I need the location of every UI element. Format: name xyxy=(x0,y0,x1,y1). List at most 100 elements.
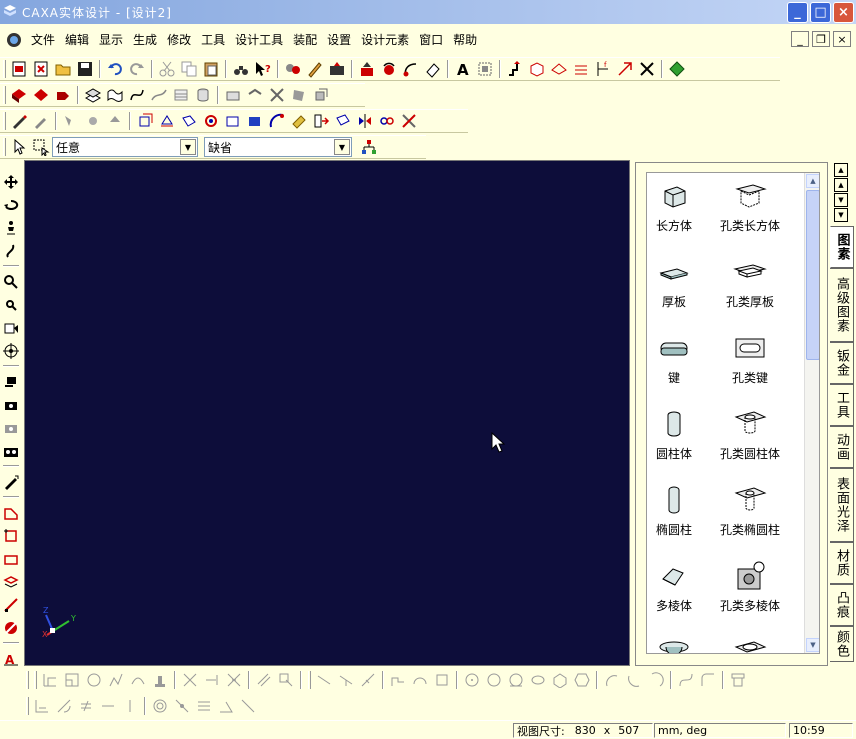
shell-button[interactable] xyxy=(222,84,244,106)
design-viewport[interactable]: Y Z X xyxy=(24,160,630,666)
text-annotation-button[interactable]: A xyxy=(1,647,21,670)
bt-5[interactable] xyxy=(127,669,149,691)
bt-29[interactable] xyxy=(727,669,749,691)
bt2-2[interactable] xyxy=(53,695,75,717)
pick-box-button[interactable] xyxy=(30,136,52,158)
surface-button-6[interactable] xyxy=(192,84,214,106)
tool-button-11[interactable] xyxy=(526,58,548,80)
document-icon[interactable] xyxy=(6,32,22,48)
bt2-10[interactable] xyxy=(237,695,259,717)
sketch-button-4[interactable] xyxy=(1,570,21,593)
cut-button[interactable] xyxy=(156,58,178,80)
maximize-button[interactable]: □ xyxy=(810,2,831,23)
bt-3[interactable] xyxy=(83,669,105,691)
camera-button-3[interactable] xyxy=(1,416,21,439)
bt-4[interactable] xyxy=(105,669,127,691)
sketch-button-1[interactable] xyxy=(1,501,21,524)
mdi-restore-button[interactable]: ❐ xyxy=(812,31,830,47)
view-button-12[interactable] xyxy=(376,110,398,132)
extrude-button[interactable] xyxy=(8,84,30,106)
tool-button-6[interactable] xyxy=(400,58,422,80)
turn-button[interactable] xyxy=(1,239,21,262)
bt-15[interactable] xyxy=(387,669,409,691)
walk-button[interactable] xyxy=(1,216,21,239)
bt-23[interactable] xyxy=(571,669,593,691)
zoom-button[interactable] xyxy=(1,270,21,293)
view-button-7[interactable] xyxy=(266,110,288,132)
filter-select[interactable]: 任意 ▼ xyxy=(52,137,198,157)
tool-button-3[interactable] xyxy=(326,58,348,80)
style-select[interactable]: 缺省 ▼ xyxy=(204,137,352,157)
bt2-9[interactable] xyxy=(215,695,237,717)
find-button[interactable] xyxy=(230,58,252,80)
tab-first-button[interactable]: ▲ xyxy=(834,163,848,177)
view-button-6[interactable] xyxy=(244,110,266,132)
bt-12[interactable] xyxy=(313,669,335,691)
bt2-4[interactable] xyxy=(97,695,119,717)
bt-26[interactable] xyxy=(645,669,667,691)
catalog-list[interactable]: 长方体 孔类长方体 厚板 孔类厚板 键 孔类键 圆柱体 孔类圆柱体 椭圆柱 孔类… xyxy=(646,172,820,654)
catalog-item-plate[interactable]: 厚板 xyxy=(647,257,714,310)
tab-next-button[interactable]: ▼ xyxy=(834,193,848,207)
menu-design-elements[interactable]: 设计元素 xyxy=(356,30,414,50)
tab-surface-finish[interactable]: 表面光泽 xyxy=(830,468,854,542)
tool-button-8[interactable]: A xyxy=(452,58,474,80)
tool-button-9[interactable] xyxy=(474,58,496,80)
bt-2[interactable] xyxy=(61,669,83,691)
view-button-13[interactable] xyxy=(398,110,420,132)
fillet-button[interactable] xyxy=(244,84,266,106)
view-button-4[interactable] xyxy=(200,110,222,132)
view-button-3[interactable] xyxy=(178,110,200,132)
menu-assembly[interactable]: 装配 xyxy=(288,30,322,50)
scroll-up-button[interactable]: ▲ xyxy=(806,174,819,188)
catalog-item-key[interactable]: 键 xyxy=(647,333,714,386)
sketch-button-6[interactable] xyxy=(1,616,21,639)
bt2-6[interactable] xyxy=(149,695,171,717)
surface-button-1[interactable] xyxy=(82,84,104,106)
view-button-5[interactable] xyxy=(222,110,244,132)
catalog-item-hole-key[interactable]: 孔类键 xyxy=(710,333,790,386)
tool-button-15[interactable] xyxy=(614,58,636,80)
catalog-item-hole-cylinder[interactable]: 孔类圆柱体 xyxy=(710,409,790,462)
tab-tools[interactable]: 工具 xyxy=(830,384,854,426)
view-button-2[interactable] xyxy=(156,110,178,132)
tab-advanced-elements[interactable]: 高级图素 xyxy=(830,268,854,342)
bt-24[interactable] xyxy=(601,669,623,691)
bt-9[interactable] xyxy=(223,669,245,691)
bt-7[interactable] xyxy=(179,669,201,691)
select-tool-1[interactable] xyxy=(8,110,30,132)
tab-last-button[interactable]: ▼ xyxy=(834,208,848,222)
copy-button[interactable] xyxy=(178,58,200,80)
catalog-item-hole-elliptic-cylinder[interactable]: 孔类椭圆柱 xyxy=(710,485,790,538)
catalog-item-hole-plate[interactable]: 孔类厚板 xyxy=(710,257,790,310)
surface-button-2[interactable] xyxy=(104,84,126,106)
mdi-minimize-button[interactable]: _ xyxy=(791,31,809,47)
mdi-close-button[interactable]: × xyxy=(833,31,851,47)
open-button[interactable] xyxy=(52,58,74,80)
bt-21[interactable] xyxy=(527,669,549,691)
menu-edit[interactable]: 编辑 xyxy=(60,30,94,50)
bt-10[interactable] xyxy=(253,669,275,691)
camera-button-4[interactable] xyxy=(1,439,21,462)
camera-button-1[interactable] xyxy=(1,370,21,393)
menu-design-tools[interactable]: 设计工具 xyxy=(230,30,288,50)
smart-render-button[interactable] xyxy=(1,470,21,493)
view-button-8[interactable] xyxy=(288,110,310,132)
tab-emboss[interactable]: 凸痕 xyxy=(830,584,854,626)
catalog-item-elliptic-cylinder[interactable]: 椭圆柱 xyxy=(647,485,714,538)
tab-prev-button[interactable]: ▲ xyxy=(834,178,848,192)
tool-button-14[interactable]: f xyxy=(592,58,614,80)
tool-button-2[interactable] xyxy=(304,58,326,80)
tab-sheet-metal[interactable]: 钣金 xyxy=(830,342,854,384)
bt2-7[interactable] xyxy=(171,695,193,717)
bt-28[interactable] xyxy=(697,669,719,691)
tool-button-5[interactable] xyxy=(378,58,400,80)
chevron-down-icon[interactable]: ▼ xyxy=(334,139,350,155)
minimize-button[interactable]: _ xyxy=(787,2,808,23)
view-button-10[interactable] xyxy=(332,110,354,132)
catalog-scrollbar[interactable]: ▲ ▼ xyxy=(804,173,819,653)
sketch-button-2[interactable] xyxy=(1,524,21,547)
menu-settings[interactable]: 设置 xyxy=(322,30,356,50)
help-pointer-button[interactable]: ? xyxy=(252,58,274,80)
paste-button[interactable] xyxy=(200,58,222,80)
